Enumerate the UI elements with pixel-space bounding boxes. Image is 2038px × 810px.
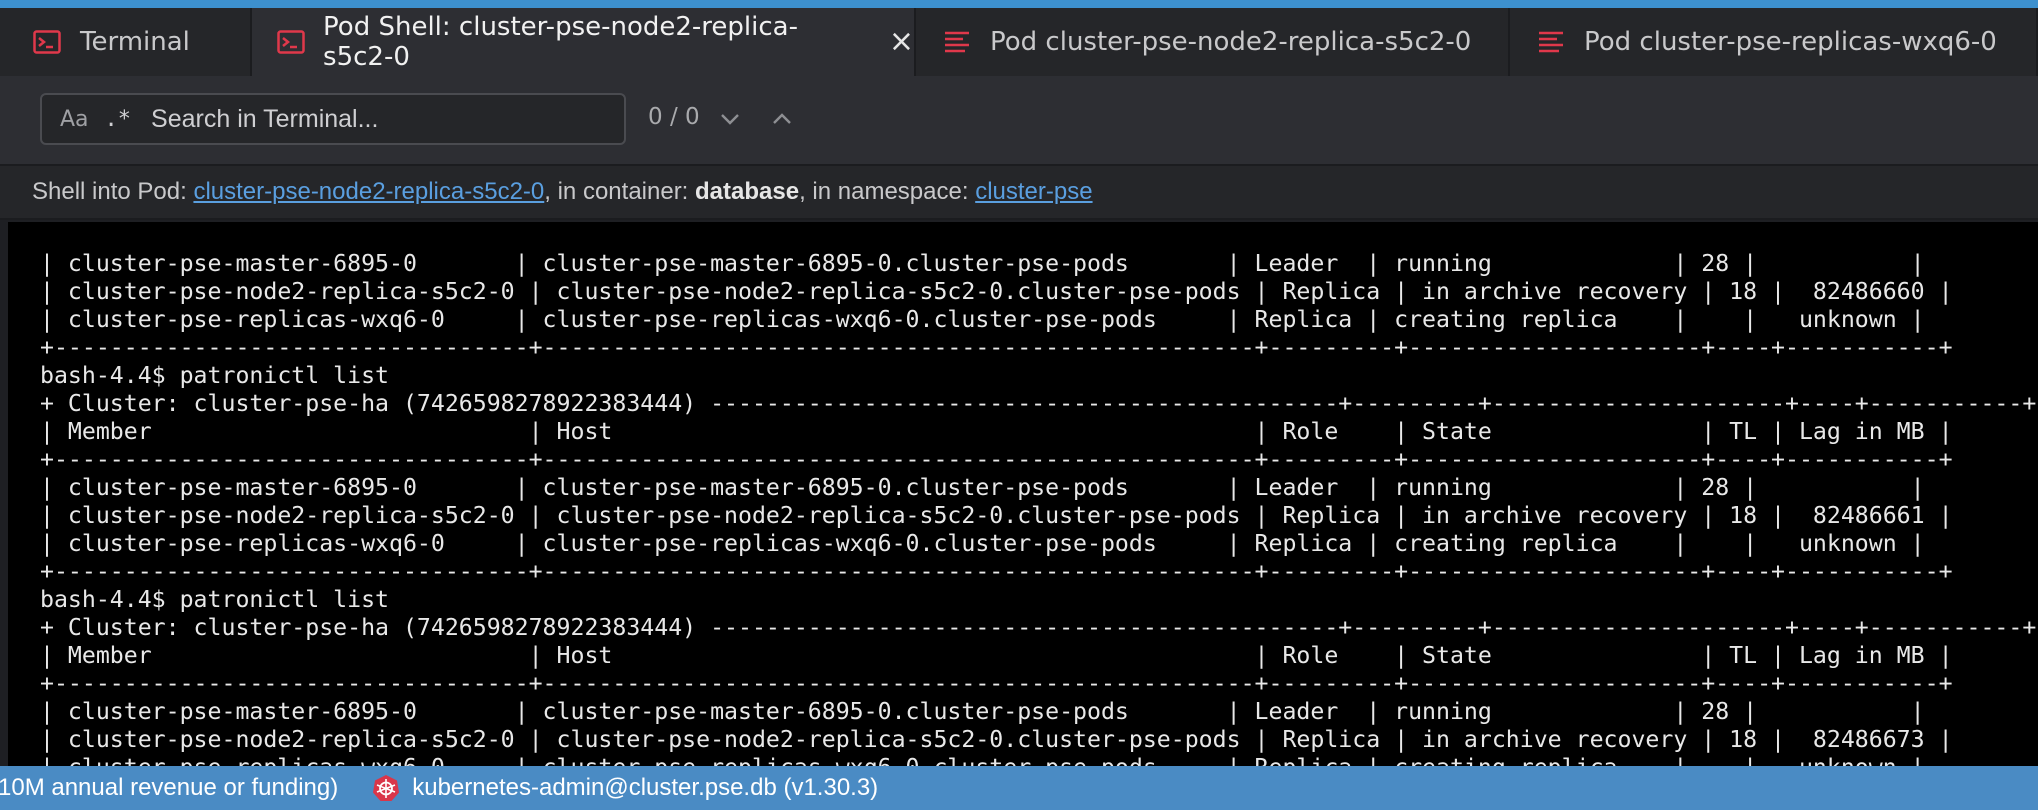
search-box: Aa .* xyxy=(40,93,626,145)
info-prefix: Shell into Pod: xyxy=(32,178,194,205)
tab-label: Pod cluster-pse-replicas-wxq6-0 xyxy=(1584,27,1997,57)
namespace-link[interactable]: cluster-pse xyxy=(975,178,1092,206)
terminal-viewport[interactable]: | cluster-pse-master-6895-0 | cluster-ps… xyxy=(8,222,2038,766)
namespace-prefix: , in namespace: xyxy=(799,178,976,205)
tab-pod-logs-node2[interactable]: Pod cluster-pse-node2-replica-s5c2-0 xyxy=(916,8,1510,76)
tab-pod-logs-replicas[interactable]: Pod cluster-pse-replicas-wxq6-0 xyxy=(1510,8,2038,76)
logs-icon xyxy=(942,27,972,57)
tab-pod-shell[interactable]: Pod Shell: cluster-pse-node2-replica-s5c… xyxy=(252,8,916,76)
regex-toggle[interactable]: .* xyxy=(105,107,132,132)
chevron-down-icon xyxy=(721,114,739,125)
cluster-context: kubernetes-admin@cluster.pse.db (v1.30.3… xyxy=(412,774,879,801)
terminal-icon xyxy=(276,27,305,57)
tab-label: Pod Shell: cluster-pse-node2-replica-s5c… xyxy=(323,12,798,72)
status-bar: 10M annual revenue or funding) kubernete… xyxy=(0,766,2038,810)
tab-bar: Terminal Pod Shell: cluster-pse-node2-re… xyxy=(0,0,2038,76)
terminal-search-bar: Aa .* 0 / 0 xyxy=(0,76,2038,164)
search-input[interactable] xyxy=(151,104,592,134)
container-name: database xyxy=(695,178,800,205)
logs-icon xyxy=(1536,27,1566,57)
close-icon[interactable]: × xyxy=(889,27,914,57)
previous-match-button[interactable] xyxy=(765,102,799,136)
match-case-toggle[interactable]: Aa xyxy=(60,107,89,132)
chevron-up-icon xyxy=(773,113,791,124)
next-match-button[interactable] xyxy=(713,102,747,136)
cluster-status[interactable]: kubernetes-admin@cluster.pse.db (v1.30.3… xyxy=(372,774,878,802)
status-left-text: 10M annual revenue or funding) xyxy=(0,774,339,801)
tab-terminal[interactable]: Terminal xyxy=(8,8,252,76)
terminal-icon xyxy=(32,27,62,57)
container-prefix: , in container: xyxy=(544,178,696,205)
tab-label: Terminal xyxy=(80,27,190,57)
tab-label: Pod cluster-pse-node2-replica-s5c2-0 xyxy=(990,27,1472,57)
shell-info: Shell into Pod: cluster-pse-node2-replic… xyxy=(0,164,2038,220)
match-count: 0 / 0 xyxy=(648,104,700,130)
terminal-output: | cluster-pse-master-6895-0 | cluster-ps… xyxy=(40,250,2037,766)
kubernetes-icon xyxy=(373,775,400,801)
pod-link[interactable]: cluster-pse-node2-replica-s5c2-0 xyxy=(193,178,544,206)
